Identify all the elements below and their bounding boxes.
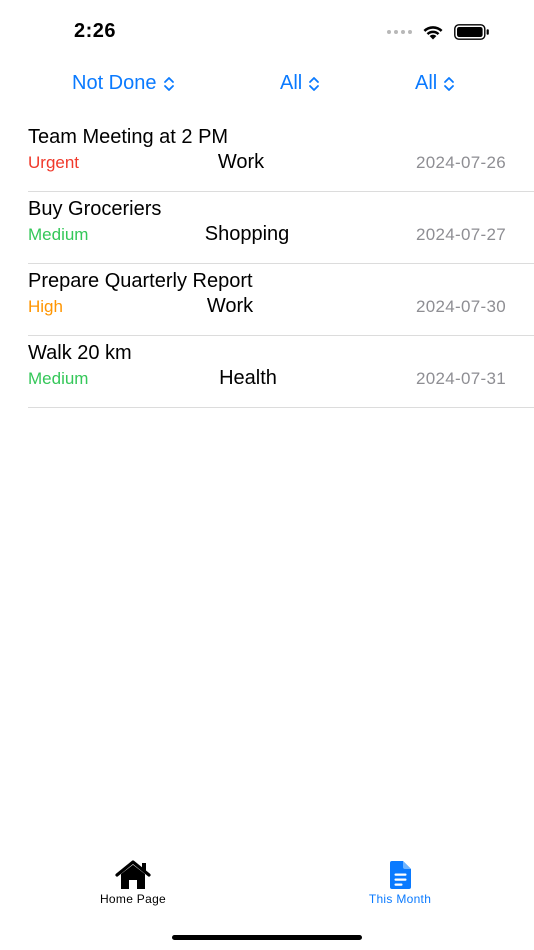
filter-bar: Not Done All All (0, 72, 534, 100)
battery-icon (454, 24, 489, 40)
task-date: 2024-07-30 (416, 297, 506, 316)
wifi-icon (423, 26, 443, 40)
home-indicator (172, 935, 362, 940)
tab-home-page-label: Home Page (99, 892, 167, 906)
task-date: 2024-07-27 (416, 225, 506, 244)
task-category: Work (217, 151, 265, 173)
task-category: Work (206, 295, 254, 317)
status-filter-label: Not Done (72, 72, 157, 94)
task-row[interactable]: Walk 20 km Medium Health 2024-07-31 (28, 336, 534, 408)
task-row[interactable]: Prepare Quarterly Report High Work 2024-… (28, 264, 534, 336)
task-date: 2024-07-31 (416, 369, 506, 388)
chevron-up-down-icon (309, 76, 320, 91)
status-time: 2:26 (74, 20, 117, 42)
task-row[interactable]: Team Meeting at 2 PM Urgent Work 2024-07… (28, 120, 534, 192)
chevron-up-down-icon (444, 76, 455, 91)
screen: 2:26 Not Done All All Team Meeting at 2 … (0, 0, 534, 950)
priority-filter-label: All (280, 72, 303, 94)
task-category: Shopping (204, 223, 290, 245)
task-list: Team Meeting at 2 PM Urgent Work 2024-07… (28, 120, 534, 408)
tab-bar: Home Page This Month (0, 860, 534, 920)
tab-this-month[interactable]: This Month (330, 860, 470, 906)
task-date: 2024-07-26 (416, 153, 506, 172)
priority-filter-picker[interactable]: All (280, 72, 320, 95)
document-icon (390, 861, 411, 889)
tab-home-page[interactable]: Home Page (63, 860, 203, 906)
tab-this-month-label: This Month (368, 892, 432, 906)
task-title: Walk 20 km (28, 342, 132, 364)
status-filter-picker[interactable]: Not Done (72, 72, 175, 95)
task-title: Team Meeting at 2 PM (28, 126, 229, 148)
task-title: Buy Groceriers (28, 198, 162, 220)
task-row[interactable]: Buy Groceriers Medium Shopping 2024-07-2… (28, 192, 534, 264)
task-category: Health (219, 367, 277, 389)
status-icons (387, 24, 490, 40)
category-filter-label: All (415, 72, 438, 94)
task-priority: Urgent (28, 153, 80, 172)
chevron-up-down-icon (163, 76, 174, 91)
house-icon (115, 860, 151, 889)
task-priority: High (28, 297, 63, 316)
cellular-signal-icon (387, 30, 412, 34)
category-filter-picker[interactable]: All (415, 72, 455, 95)
task-title: Prepare Quarterly Report (28, 270, 253, 292)
task-priority: Medium (28, 369, 89, 388)
task-priority: Medium (28, 225, 89, 244)
